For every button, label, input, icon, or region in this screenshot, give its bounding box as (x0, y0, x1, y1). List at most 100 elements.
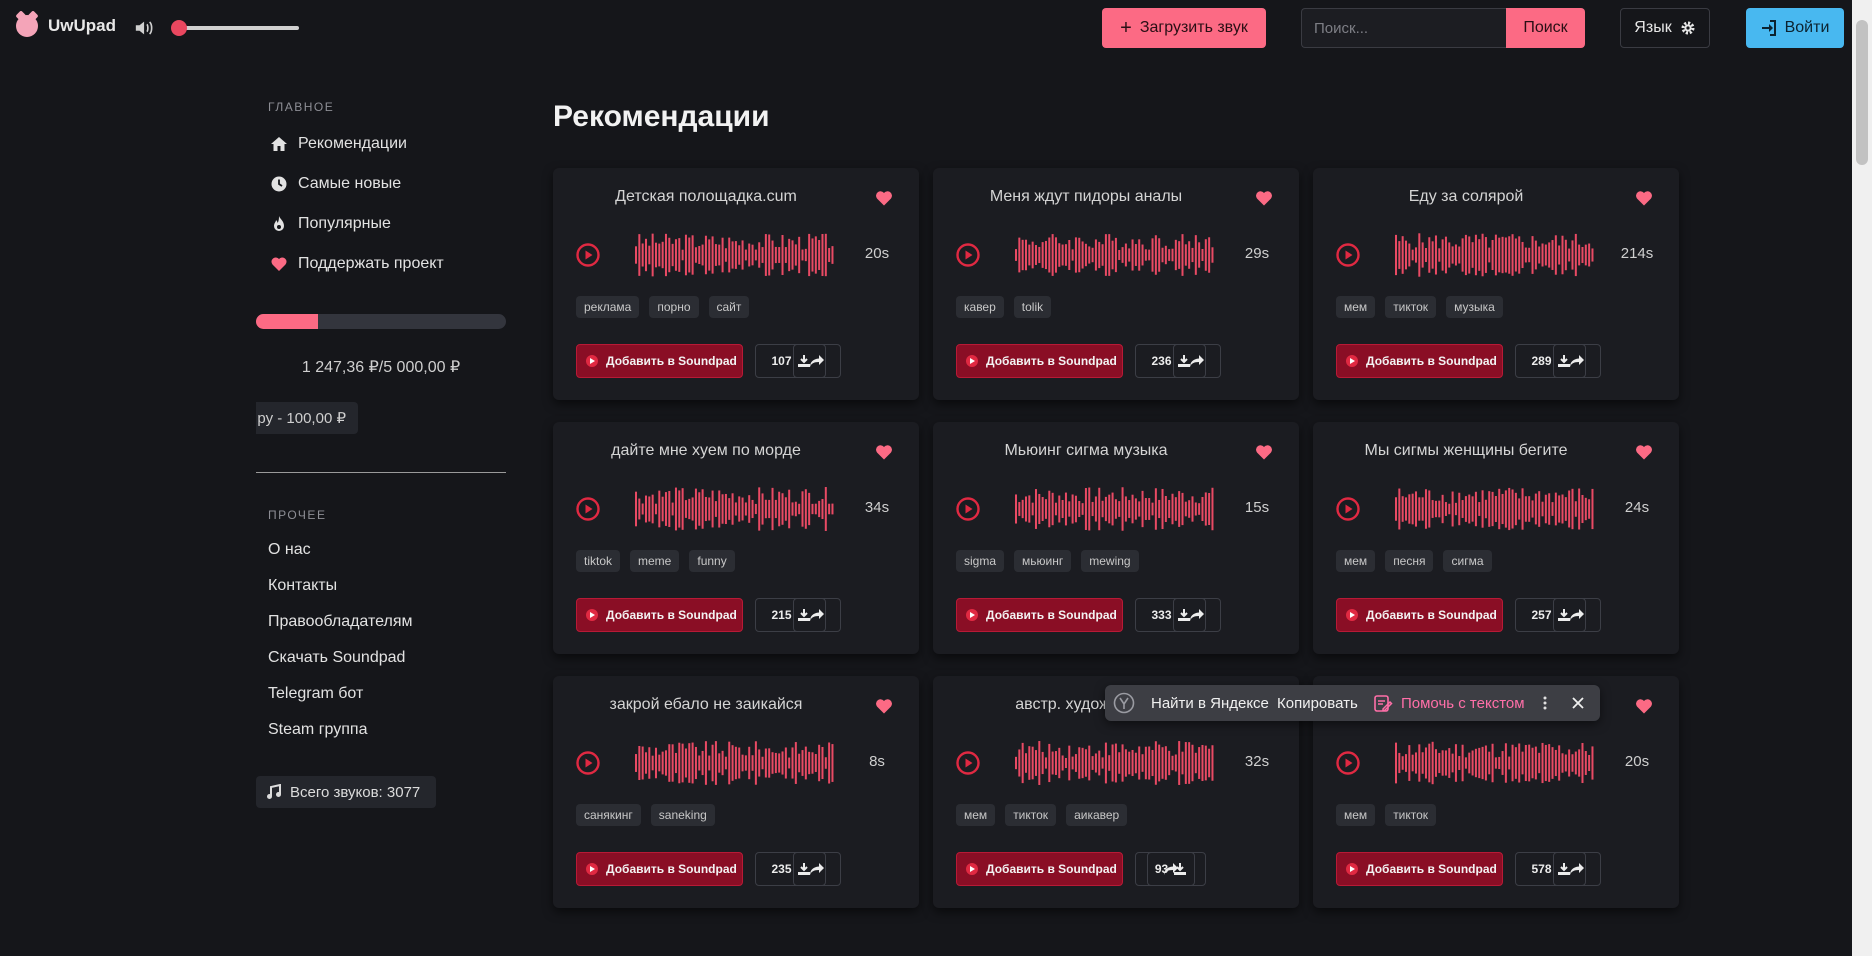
search-button[interactable]: Поиск (1506, 8, 1585, 48)
share-button[interactable] (1173, 598, 1221, 632)
sound-title[interactable]: закрой ебало не заикайся (553, 696, 859, 714)
play-icon[interactable] (1336, 497, 1360, 521)
play-icon[interactable] (576, 243, 600, 267)
tag[interactable]: sigma (956, 550, 1005, 572)
share-button[interactable] (1553, 598, 1601, 632)
login-button[interactable]: Войти (1746, 8, 1844, 48)
language-button[interactable]: Язык (1620, 8, 1710, 48)
sound-title[interactable]: дайте мне хуем по морде (553, 442, 859, 460)
sound-title[interactable]: Мьюинг сигма музыка (933, 442, 1239, 460)
play-icon[interactable] (956, 497, 980, 521)
waveform[interactable] (635, 233, 835, 277)
play-icon[interactable] (576, 751, 600, 775)
favorite-heart-icon[interactable] (875, 190, 893, 206)
share-button[interactable] (793, 344, 841, 378)
add-to-soundpad-button[interactable]: Добавить в Soundpad (1336, 852, 1503, 886)
nav-item-newest[interactable]: Самые новые (270, 164, 506, 204)
link-steam-group[interactable]: Steam группа (268, 712, 506, 748)
volume-slider-track[interactable] (174, 26, 299, 30)
waveform[interactable] (1395, 741, 1595, 785)
waveform[interactable] (1015, 233, 1215, 277)
volume-icon[interactable] (134, 18, 156, 38)
tag[interactable]: кавер (956, 296, 1004, 318)
upload-sound-button[interactable]: + Загрузить звук (1102, 8, 1266, 48)
link-download-soundpad[interactable]: Скачать Soundpad (268, 640, 506, 676)
find-in-yandex-button[interactable]: Найти в Яндексе (1151, 695, 1269, 712)
play-icon[interactable] (576, 497, 600, 521)
add-to-soundpad-button[interactable]: Добавить в Soundpad (956, 852, 1123, 886)
share-button[interactable] (1553, 852, 1601, 886)
tag[interactable]: реклама (576, 296, 640, 318)
play-icon[interactable] (1336, 751, 1360, 775)
tag[interactable]: песня (1385, 550, 1434, 572)
tag[interactable]: мем (1336, 804, 1376, 826)
tag[interactable]: аикавер (1066, 804, 1128, 826)
tag[interactable]: tiktok (576, 550, 621, 572)
link-contacts[interactable]: Контакты (268, 568, 506, 604)
sound-title[interactable]: Мы сигмы женщины бегите (1313, 442, 1619, 460)
tag[interactable]: mewing (1081, 550, 1139, 572)
tag[interactable]: тикток (1385, 296, 1437, 318)
copy-button[interactable]: Копировать (1277, 695, 1358, 712)
tag[interactable]: tolik (1013, 296, 1052, 318)
volume-slider-handle[interactable] (171, 20, 187, 36)
nav-item-popular[interactable]: Популярные (270, 204, 506, 244)
search-input[interactable] (1301, 8, 1506, 48)
tag[interactable]: meme (630, 550, 680, 572)
add-to-soundpad-button[interactable]: Добавить в Soundpad (1336, 344, 1503, 378)
link-telegram-bot[interactable]: Telegram бот (268, 676, 506, 712)
sound-title[interactable]: Меня ждут пидоры аналы (933, 188, 1239, 206)
favorite-heart-icon[interactable] (1635, 444, 1653, 460)
tag[interactable]: тикток (1005, 804, 1057, 826)
tag[interactable]: музыка (1446, 296, 1503, 318)
tag[interactable]: санякинг (576, 804, 641, 826)
favorite-heart-icon[interactable] (1635, 698, 1653, 714)
share-button[interactable] (793, 598, 841, 632)
waveform[interactable] (1395, 233, 1595, 277)
favorite-heart-icon[interactable] (875, 698, 893, 714)
tag[interactable]: мем (956, 804, 996, 826)
tag[interactable]: тикток (1385, 804, 1437, 826)
page-scrollbar[interactable] (1852, 0, 1872, 956)
tag[interactable]: сайт (708, 296, 750, 318)
share-button[interactable] (1173, 344, 1221, 378)
favorite-heart-icon[interactable] (1635, 190, 1653, 206)
tag[interactable]: мем (1336, 550, 1376, 572)
tag[interactable]: saneking (650, 804, 715, 826)
add-to-soundpad-button[interactable]: Добавить в Soundpad (576, 852, 743, 886)
tag[interactable]: мем (1336, 296, 1376, 318)
favorite-heart-icon[interactable] (875, 444, 893, 460)
more-options-icon[interactable] (1542, 695, 1548, 711)
add-to-soundpad-button[interactable]: Добавить в Soundpad (576, 598, 743, 632)
tag[interactable]: порно (649, 296, 699, 318)
help-with-text-button[interactable]: Помочь с текстом (1373, 693, 1525, 713)
play-icon[interactable] (1336, 243, 1360, 267)
favorite-heart-icon[interactable] (1255, 190, 1273, 206)
sound-title[interactable]: Еду за солярой (1313, 188, 1619, 206)
tag[interactable]: мьюинг (1014, 550, 1072, 572)
waveform[interactable] (635, 741, 835, 785)
favorite-heart-icon[interactable] (1255, 444, 1273, 460)
waveform[interactable] (1395, 487, 1595, 531)
share-button[interactable] (1147, 852, 1195, 886)
play-icon[interactable] (956, 243, 980, 267)
add-to-soundpad-button[interactable]: Добавить в Soundpad (956, 344, 1123, 378)
nav-item-recommendations[interactable]: Рекомендации (270, 124, 506, 164)
tag[interactable]: funny (689, 550, 735, 572)
add-to-soundpad-button[interactable]: Добавить в Soundpad (956, 598, 1123, 632)
tag[interactable]: сигма (1443, 550, 1492, 572)
play-icon[interactable] (956, 751, 980, 775)
close-icon[interactable] (1571, 696, 1585, 710)
yandex-browser-icon[interactable] (1113, 692, 1135, 714)
link-copyright[interactable]: Правообладателям (268, 604, 506, 640)
waveform[interactable] (1015, 741, 1215, 785)
add-to-soundpad-button[interactable]: Добавить в Soundpad (1336, 598, 1503, 632)
sound-title[interactable]: Детская полощадка.cum (553, 188, 859, 206)
waveform[interactable] (1015, 487, 1215, 531)
share-button[interactable] (1553, 344, 1601, 378)
scrollbar-thumb[interactable] (1856, 20, 1868, 165)
logo[interactable]: UwUpad (16, 15, 116, 37)
share-button[interactable] (793, 852, 841, 886)
nav-item-support[interactable]: Поддержать проект (270, 244, 506, 284)
add-to-soundpad-button[interactable]: Добавить в Soundpad (576, 344, 743, 378)
